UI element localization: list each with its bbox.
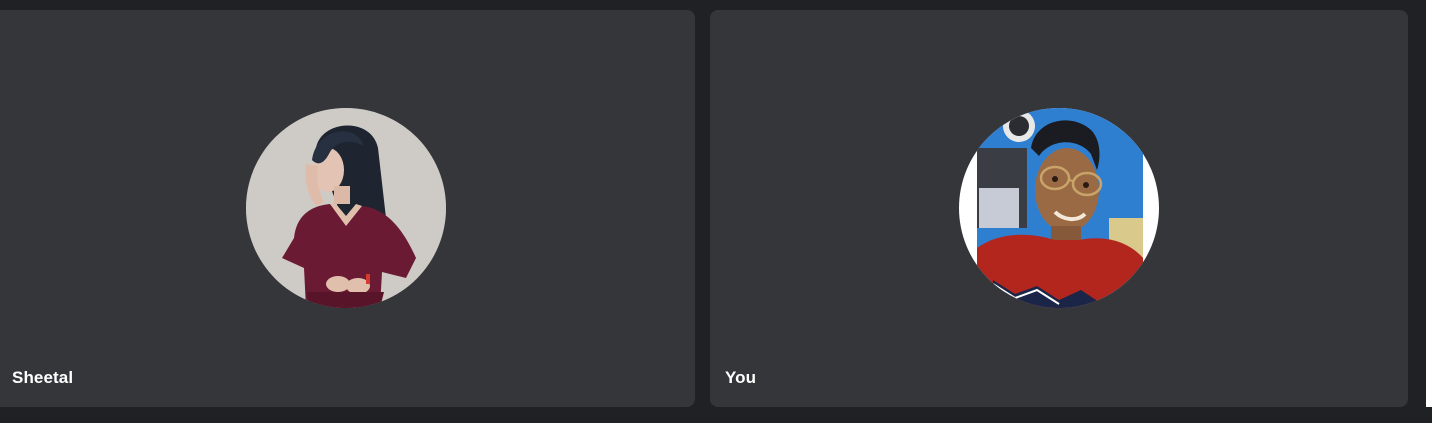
participant-tile-sheetal[interactable]: Sheetal xyxy=(0,10,695,407)
participant-name: Sheetal xyxy=(12,368,74,387)
participant-tile-you[interactable]: You xyxy=(710,10,1408,407)
participant-avatar xyxy=(246,108,446,308)
participant-avatar xyxy=(959,108,1159,308)
woman-portrait-icon xyxy=(246,108,446,308)
man-portrait-icon xyxy=(959,108,1159,308)
participant-name: You xyxy=(725,368,757,387)
meeting-grid: Sheetal You xyxy=(0,0,1432,423)
scrollbar[interactable] xyxy=(1426,0,1432,407)
